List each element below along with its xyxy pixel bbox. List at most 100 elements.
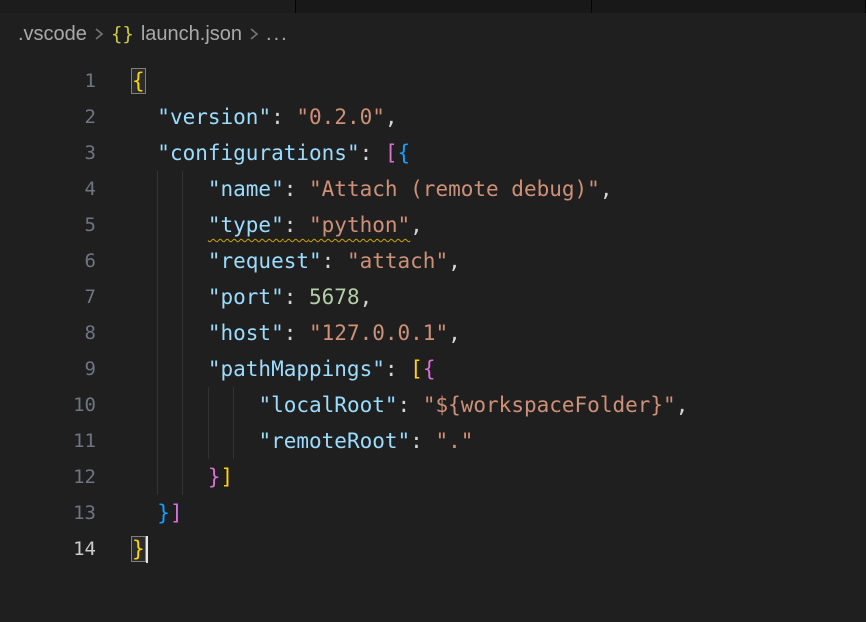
code-token: : [410,429,435,453]
code-editor[interactable]: 1{2 "version": "0.2.0",3 "configurations… [0,55,866,622]
code-line[interactable]: 2 "version": "0.2.0", [0,99,866,135]
code-text: "host": "127.0.0.1", [132,315,461,351]
code-line[interactable]: 11 "remoteRoot": "." [0,423,866,459]
code-token: , [385,105,398,129]
code-text: } [132,531,148,567]
line-number[interactable]: 10 [0,387,96,423]
code-text: "version": "0.2.0", [132,99,398,135]
code-line[interactable]: 8 "host": "127.0.0.1", [0,315,866,351]
breadcrumb: .vscode {} launch.json ... [0,13,866,55]
code-line[interactable]: 10 "localRoot": "${workspaceFolder}", [0,387,866,423]
code-token: "configurations" [157,141,359,165]
code-token: ] [170,501,183,525]
code-token: : [284,177,309,201]
code-token: , [676,393,689,417]
code-token: } [208,465,221,489]
code-token [132,105,157,129]
breadcrumb-more[interactable]: ... [266,23,289,46]
code-line[interactable]: 13 }] [0,495,866,531]
code-token: "python" [309,213,410,237]
matched-bracket: } [132,537,145,561]
code-token: "0.2.0" [296,105,385,129]
code-line[interactable]: 5 "type": "python", [0,207,866,243]
code-token [132,501,157,525]
code-token [132,429,258,453]
code-token: [ [410,357,423,381]
code-token: : [284,285,309,309]
code-token: "version" [157,105,271,129]
code-token [132,357,208,381]
code-token [132,249,208,273]
code-line[interactable]: 12 }] [0,459,866,495]
code-line[interactable]: 4 "name": "Attach (remote debug)", [0,171,866,207]
code-token: { [398,141,411,165]
code-token: "remoteRoot" [258,429,410,453]
code-text: "pathMappings": [{ [132,351,435,387]
line-number[interactable]: 4 [0,171,96,207]
code-token: , [360,285,373,309]
chevron-right-icon [94,26,104,42]
line-number[interactable]: 1 [0,63,96,99]
breadcrumb-file[interactable]: launch.json [141,23,242,46]
code-token [132,285,208,309]
code-token [132,465,208,489]
line-number[interactable]: 12 [0,459,96,495]
code-token: : [322,249,347,273]
code-token: : [284,213,309,237]
line-number[interactable]: 6 [0,243,96,279]
editor-tab[interactable] [0,0,296,13]
line-number[interactable]: 8 [0,315,96,351]
code-text: "request": "attach", [132,243,461,279]
code-token [132,393,258,417]
breadcrumb-folder[interactable]: .vscode [18,23,87,46]
matched-bracket: { [132,69,145,93]
code-token: : [284,321,309,345]
code-line[interactable]: 1{ [0,63,866,99]
line-number[interactable]: 14 [0,531,96,567]
code-token [132,321,208,345]
code-token [132,213,208,237]
code-token: "host" [208,321,284,345]
code-token: "pathMappings" [208,357,385,381]
code-token: , [600,177,613,201]
code-line[interactable]: 6 "request": "attach", [0,243,866,279]
code-token: "." [435,429,473,453]
code-line[interactable]: 14} [0,531,866,567]
code-token: "name" [208,177,284,201]
line-number[interactable]: 5 [0,207,96,243]
code-line[interactable]: 3 "configurations": [{ [0,135,866,171]
code-text: "localRoot": "${workspaceFolder}", [132,387,688,423]
code-token: "127.0.0.1" [309,321,448,345]
line-number[interactable]: 9 [0,351,96,387]
editor-tab[interactable] [592,0,866,13]
code-token: { [423,357,436,381]
code-token: : [385,357,410,381]
line-number[interactable]: 13 [0,495,96,531]
line-number[interactable]: 2 [0,99,96,135]
editor-tab[interactable] [296,0,592,13]
code-text: }] [132,459,233,495]
code-line[interactable]: 9 "pathMappings": [{ [0,351,866,387]
line-number[interactable]: 3 [0,135,96,171]
code-token: "localRoot" [258,393,397,417]
code-token: "port" [208,285,284,309]
code-token: : [271,105,296,129]
code-token: ] [221,465,234,489]
line-number[interactable]: 7 [0,279,96,315]
code-token [132,141,157,165]
code-token: } [157,501,170,525]
code-text: "port": 5678, [132,279,372,315]
code-text: "configurations": [{ [132,135,410,171]
line-number[interactable]: 11 [0,423,96,459]
code-line[interactable]: 7 "port": 5678, [0,279,866,315]
text-cursor [146,536,148,563]
code-token: [ [385,141,398,165]
code-lines: 1{2 "version": "0.2.0",3 "configurations… [0,63,866,567]
code-token: "request" [208,249,322,273]
code-token: , [410,213,423,237]
code-text: { [132,63,145,99]
code-token: : [398,393,423,417]
code-token: , [448,321,461,345]
code-token: "${workspaceFolder}" [423,393,676,417]
code-token: 5678 [309,285,360,309]
